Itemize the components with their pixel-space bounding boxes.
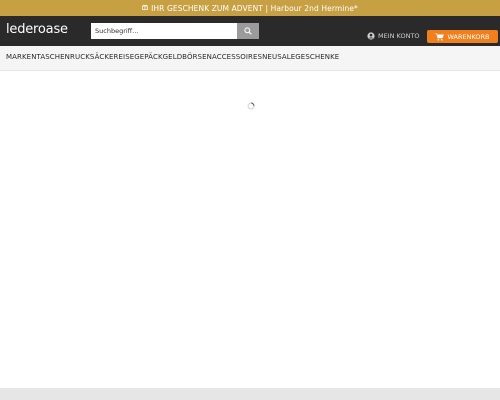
search-icon [244,27,252,35]
logo[interactable]: lederoase [6,22,68,37]
cart-icon [435,33,445,41]
nav-item-marken[interactable]: MARKEN [6,53,37,61]
nav-item-geldboersen[interactable]: GELDBÖRSEN [163,53,212,61]
gift-icon [142,4,148,12]
search-form [91,23,259,39]
nav-item-rucksaecke[interactable]: RUCKSÄCKE [70,53,114,61]
nav-item-reisegepaeck[interactable]: REISEGEPÄCK [114,53,163,61]
cart-button[interactable]: WARENKORB [427,30,498,43]
promo-bar[interactable]: IHR GESCHENK ZUM ADVENT | Harbour 2nd He… [0,0,500,16]
search-button[interactable] [237,23,259,39]
nav-item-taschen[interactable]: TASCHEN [37,53,70,61]
main-nav: MARKEN TASCHEN RUCKSÄCKE REISEGEPÄCK GEL… [0,46,500,71]
loading-spinner-icon [247,95,255,110]
site-header: lederoase MEIN KONTO WARENKORB [0,16,500,46]
cart-label: WARENKORB [447,32,490,41]
footer-bar [0,388,500,400]
account-link[interactable]: MEIN KONTO [367,32,420,40]
search-input[interactable] [91,23,237,39]
nav-item-geschenke[interactable]: GESCHENKE [295,53,339,61]
account-label: MEIN KONTO [378,32,420,40]
nav-list: MARKEN TASCHEN RUCKSÄCKE REISEGEPÄCK GEL… [6,53,339,61]
nav-item-sale[interactable]: SALE [277,53,295,61]
nav-item-neu[interactable]: NEU [262,53,277,61]
nav-item-accessoires[interactable]: ACCESSOIRES [212,53,262,61]
promo-text: IHR GESCHENK ZUM ADVENT | Harbour 2nd He… [151,3,358,13]
user-icon [367,32,375,40]
